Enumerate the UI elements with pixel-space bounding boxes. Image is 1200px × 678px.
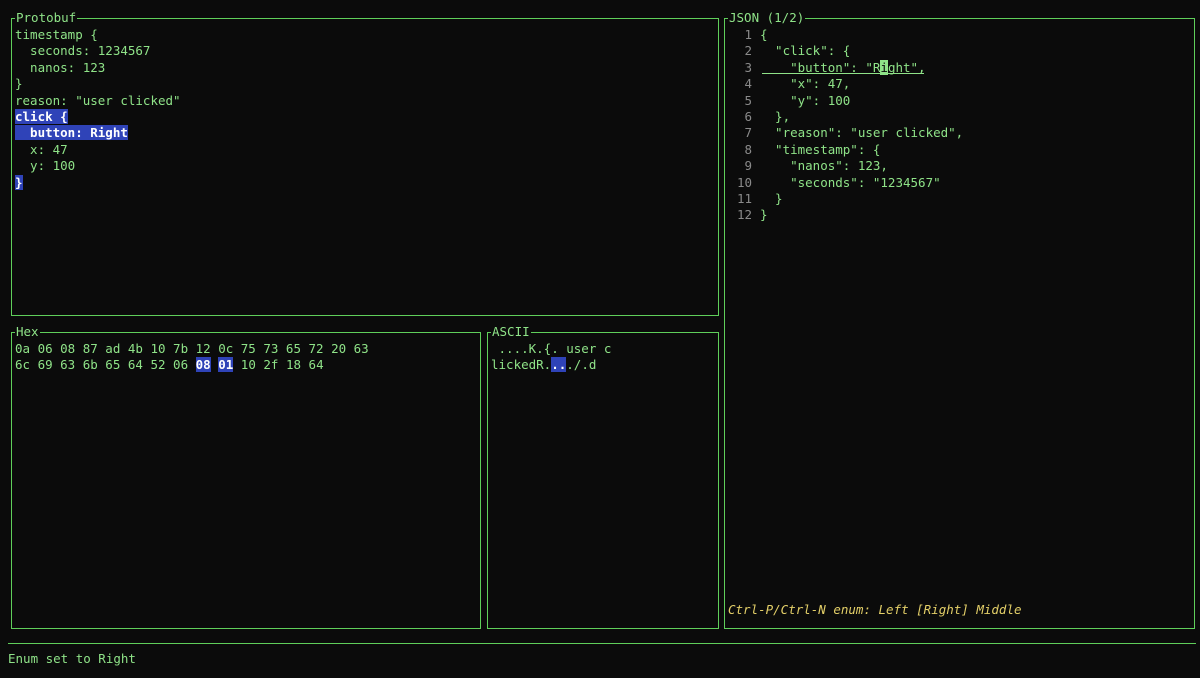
json-code[interactable]: "nanos": 123, [752,158,888,173]
protobuf-line[interactable]: nanos: 123 [15,60,715,76]
line-number: 4 [744,76,752,92]
line-number: 3 [744,59,752,75]
protobuf-line[interactable]: seconds: 1234567 [15,43,715,59]
json-code[interactable]: "x": 47, [752,76,850,91]
line-number: 7 [744,125,752,141]
hex-selected-byte[interactable]: 01 [218,357,234,373]
protobuf-pane[interactable]: Protobuf timestamp { seconds: 1234567 na… [11,10,719,316]
protobuf-line-selected[interactable]: click { [15,108,715,125]
protobuf-pane-title: Protobuf [15,10,78,26]
ascii-pane[interactable]: ASCII ....K.{. user c lickedR..../.d [487,324,719,629]
ascii-pane-title: ASCII [491,324,531,340]
protobuf-selection[interactable]: button: Right [15,125,128,141]
json-code[interactable]: "click": { [752,43,850,58]
protobuf-content[interactable]: timestamp { seconds: 1234567 nanos: 123 … [15,27,715,191]
line-number: 1 [744,27,752,42]
hex-bytes[interactable]: 10 2f 18 64 [233,357,324,372]
protobuf-line[interactable]: y: 100 [15,158,715,174]
hex-line[interactable]: 6c 69 63 6b 65 64 52 06 08 01 10 2f 18 6… [15,357,477,373]
json-line[interactable]: 8 "timestamp": { [728,142,1191,158]
hex-line[interactable]: 0a 06 08 87 ad 4b 10 7b 12 0c 75 73 65 7… [15,341,477,357]
line-number: 9 [744,158,752,174]
json-code[interactable]: "timestamp": { [752,142,880,157]
ascii-selected-chars[interactable]: .. [551,357,567,373]
json-line[interactable]: 4 "x": 47, [728,76,1191,92]
line-number: 12 [736,207,752,223]
json-pane-title: JSON (1/2) [728,10,806,26]
protobuf-line-selected[interactable]: } [15,174,715,191]
line-number: 6 [744,108,752,124]
hex-selected-byte[interactable]: 08 [195,357,211,373]
json-line[interactable]: 5 "y": 100 [728,93,1191,109]
current-line-underline [762,72,924,74]
hex-pane-title: Hex [15,324,40,340]
json-editor[interactable]: 1{ 2 "click": { 3 "button": "Right", 4 "… [728,27,1191,224]
protobuf-line[interactable]: reason: "user clicked" [15,93,715,109]
json-code[interactable]: } [752,191,783,206]
json-line[interactable]: 7 "reason": "user clicked", [728,125,1191,141]
protobuf-line[interactable]: timestamp { [15,27,715,43]
hex-content[interactable]: 0a 06 08 87 ad 4b 10 7b 12 0c 75 73 65 7… [15,341,477,374]
line-number: 2 [744,43,752,59]
json-code[interactable]: "y": 100 [752,93,850,108]
json-line[interactable]: 1{ [728,27,1191,43]
line-number: 8 [744,141,752,157]
json-line[interactable]: 12} [728,207,1191,223]
json-code[interactable]: { [752,27,768,42]
ascii-chars[interactable]: lickedR. [491,357,551,372]
protobuf-line[interactable]: x: 47 [15,142,715,158]
protobuf-line[interactable]: } [15,76,715,92]
json-pane[interactable]: JSON (1/2) 1{ 2 "click": { 3 "button": "… [724,10,1195,629]
json-code[interactable]: "reason": "user clicked", [752,125,963,140]
json-code[interactable]: } [752,207,768,222]
json-line[interactable]: 2 "click": { [728,43,1191,59]
json-line[interactable]: 10 "seconds": "1234567" [728,175,1191,191]
protobuf-selection[interactable]: } [15,174,23,190]
json-line[interactable]: 11 } [728,191,1191,207]
protobuf-line-selected[interactable]: button: Right [15,125,715,141]
protobuf-selection[interactable]: click { [15,108,68,124]
json-code[interactable]: }, [752,109,790,124]
ascii-line[interactable]: lickedR..../.d [491,357,715,373]
json-line[interactable]: 6 }, [728,109,1191,125]
hex-bytes[interactable]: 6c 69 63 6b 65 64 52 06 [15,357,196,372]
ascii-chars[interactable]: ./.d [566,357,596,372]
json-line-current[interactable]: 3 "button": "Right", [728,59,1191,76]
json-code[interactable]: "seconds": "1234567" [752,175,941,190]
line-number: 10 [736,174,752,190]
status-message: Enum set to Right [8,651,136,666]
status-divider [8,643,1196,644]
json-line[interactable]: 9 "nanos": 123, [728,158,1191,174]
ascii-line[interactable]: ....K.{. user c [491,341,715,357]
enum-hint: Ctrl-P/Ctrl-N enum: Left [Right] Middle [728,602,1022,617]
line-number: 5 [744,92,752,108]
line-number: 11 [736,190,752,206]
ascii-content[interactable]: ....K.{. user c lickedR..../.d [491,341,715,374]
hex-pane[interactable]: Hex 0a 06 08 87 ad 4b 10 7b 12 0c 75 73 … [11,324,481,629]
